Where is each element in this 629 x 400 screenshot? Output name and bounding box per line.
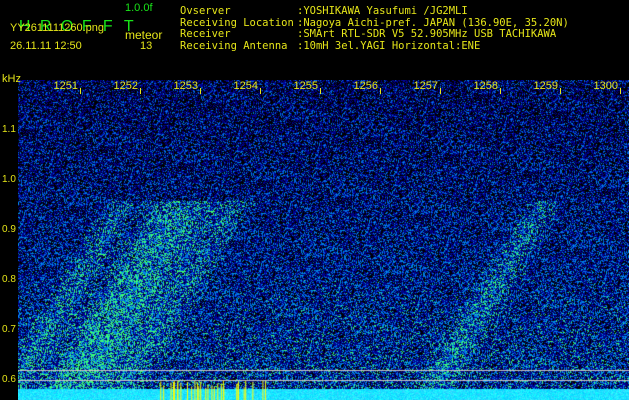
time-tick-mark — [620, 88, 621, 94]
title-letter: F — [102, 18, 113, 35]
time-tick-mark — [200, 88, 201, 94]
time-tick-label: 1300 — [593, 80, 618, 92]
time-tick-mark — [80, 88, 81, 94]
freq-tick-label: 0.6 — [2, 374, 16, 385]
freq-tick-label: 0.9 — [2, 224, 16, 235]
time-tick-label: 1253 — [173, 80, 198, 92]
time-tick-mark — [500, 88, 501, 94]
freq-tick-label: 0.7 — [2, 324, 16, 335]
time-tick-label: 1255 — [293, 80, 318, 92]
time-tick-mark — [440, 88, 441, 94]
datetime: 26.11.11 12:50 — [10, 40, 82, 52]
time-tick-mark — [320, 88, 321, 94]
version: 1.0.0f — [125, 2, 153, 14]
time-tick-label: 1258 — [473, 80, 498, 92]
time-tick-label: 1254 — [233, 80, 258, 92]
time-tick-label: 1252 — [113, 80, 138, 92]
time-tick-label: 1256 — [353, 80, 378, 92]
freq-tick-label: 1.0 — [2, 174, 16, 185]
file-name: YY2611111260.png — [10, 22, 104, 34]
time-tick-mark — [140, 88, 141, 94]
meteor-count: 13 — [140, 40, 153, 52]
time-tick-mark — [380, 88, 381, 94]
freq-tick-label: 0.8 — [2, 274, 16, 285]
time-tick-mark — [560, 88, 561, 94]
time-tick-label: 1257 — [413, 80, 438, 92]
info-antenna: Receiving Antenna:10mH 3el.YAGI Horizont… — [180, 39, 481, 52]
time-tick-mark — [260, 88, 261, 94]
time-tick-label: 1251 — [53, 80, 78, 92]
unit-label: kHz — [2, 73, 21, 85]
spectrogram — [18, 80, 629, 400]
time-tick-label: 1259 — [533, 80, 558, 92]
freq-tick-label: 1.1 — [2, 124, 16, 135]
